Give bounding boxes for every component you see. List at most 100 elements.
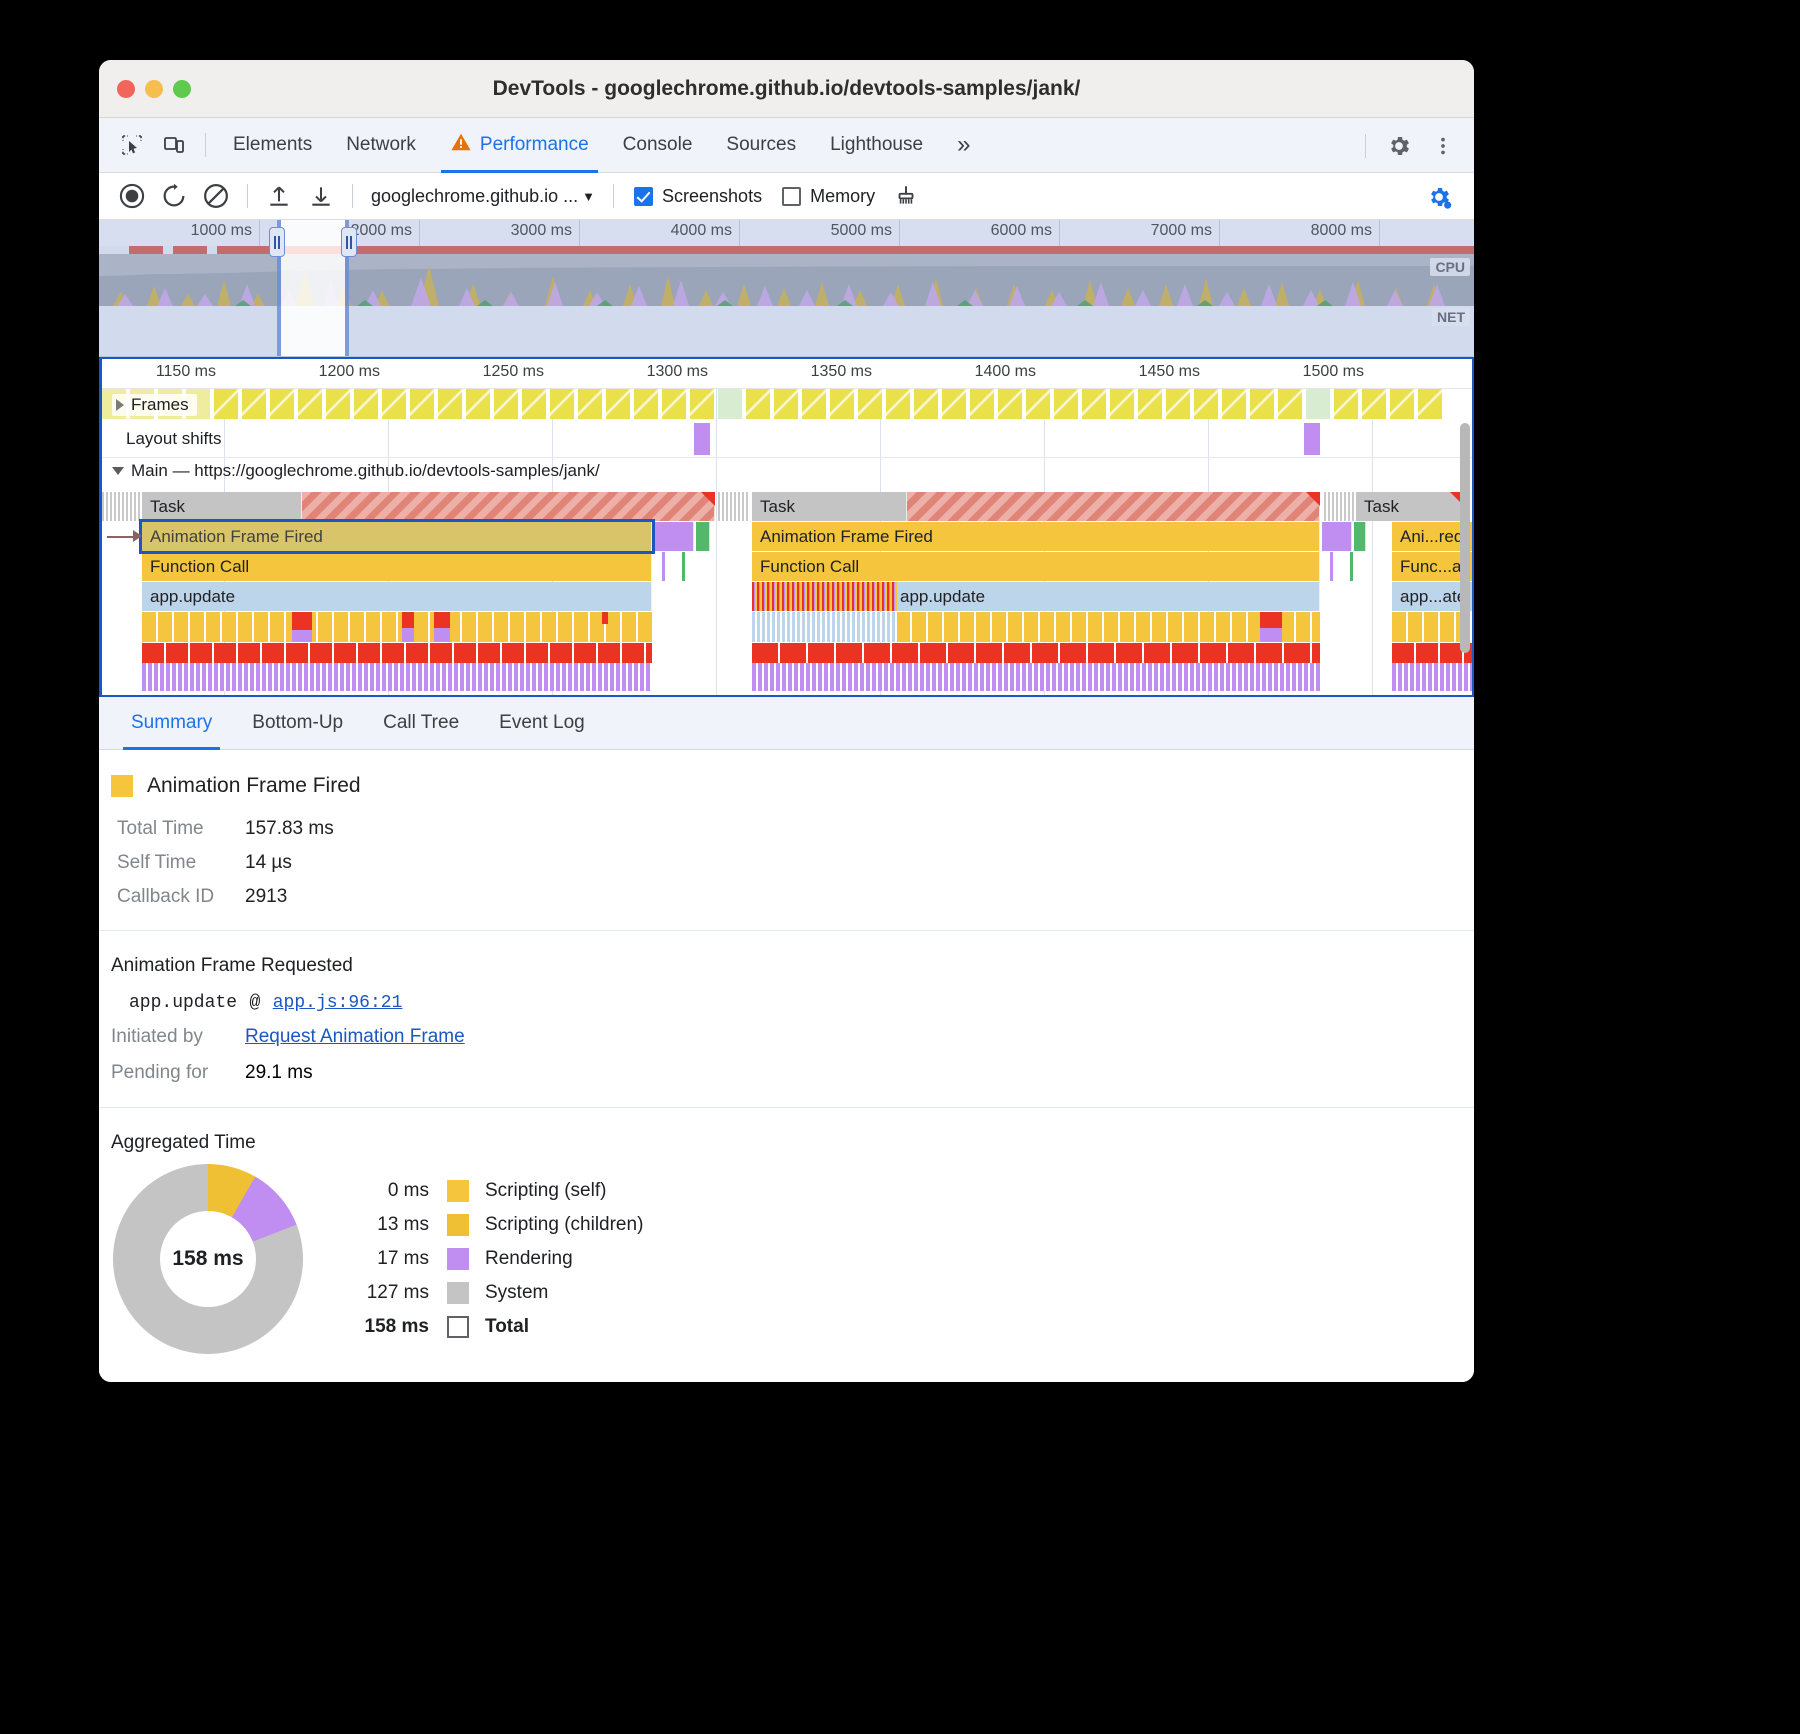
kebab-menu-icon[interactable] xyxy=(1422,125,1464,167)
pending-for-value: 29.1 ms xyxy=(245,1062,313,1084)
reload-record-icon[interactable] xyxy=(153,175,195,217)
selection-handle-right[interactable] xyxy=(341,227,357,257)
stack-trace-row: app.update @ app.js:96:21 xyxy=(99,987,1474,1019)
summary-pane: Animation Frame Fired Total Time 157.83 … xyxy=(99,750,1474,1382)
tab-summary[interactable]: Summary xyxy=(111,697,232,750)
app-update-short-label: app...ate xyxy=(1400,587,1466,607)
task-row[interactable]: Task Task Task xyxy=(102,492,1472,521)
overview-selection-window[interactable] xyxy=(277,220,349,356)
main-label-text: Main — https://googlechrome.github.io/de… xyxy=(131,461,600,481)
animation-frame-fired-label: Animation Frame Fired xyxy=(150,527,323,547)
tab-console-label: Console xyxy=(623,134,693,156)
layout-shifts-track[interactable] xyxy=(102,420,1472,458)
screenshots-checkbox[interactable]: Screenshots xyxy=(624,186,772,207)
function-call-short-label: Func...all xyxy=(1400,557,1469,577)
device-toolbar-icon[interactable] xyxy=(153,124,195,166)
layout-shifts-track-label: Layout shifts xyxy=(126,429,221,449)
performance-toolbar: googlechrome.github.io ... ▼ Screenshots… xyxy=(99,173,1474,220)
tab-lighthouse[interactable]: Lighthouse xyxy=(813,118,940,173)
more-tabs-button[interactable]: » xyxy=(940,118,987,173)
download-profile-icon[interactable] xyxy=(300,175,342,217)
tab-network[interactable]: Network xyxy=(329,118,433,173)
initiated-by-row: Initiated by Request Animation Frame xyxy=(99,1019,1474,1055)
animation-frame-requested-section: Animation Frame Requested app.update @ a… xyxy=(99,930,1474,1107)
task-long-bar[interactable] xyxy=(302,492,715,521)
micro-events-row-2[interactable] xyxy=(102,643,1472,691)
frames-track[interactable] xyxy=(102,389,1472,419)
flame-chart-ruler: 1150 ms 1200 ms 1250 ms 1300 ms 1350 ms … xyxy=(102,359,1472,389)
layout-shifts-label-text: Layout shifts xyxy=(126,429,221,449)
painting-bar[interactable] xyxy=(1354,522,1366,551)
task-bar[interactable]: Task xyxy=(142,492,302,521)
stack-source-link[interactable]: app.js:96:21 xyxy=(273,993,403,1013)
legend-row-rendering: 17 ms Rendering xyxy=(329,1242,643,1276)
aggregated-legend: 0 ms Scripting (self) 13 ms Scripting (c… xyxy=(329,1174,643,1344)
toolbar-divider-3 xyxy=(613,184,614,208)
rendering-bar[interactable] xyxy=(1322,522,1352,551)
overview-dim-right xyxy=(349,220,1474,356)
minimize-window-button[interactable] xyxy=(145,80,163,98)
painting-bar[interactable] xyxy=(696,522,710,551)
tab-console[interactable]: Console xyxy=(606,118,710,173)
task-bar[interactable]: Task xyxy=(752,492,907,521)
aggregated-donut-chart: 158 ms xyxy=(113,1164,303,1354)
origin-select[interactable]: googlechrome.github.io ... ▼ xyxy=(363,186,603,207)
legend-row-system: 127 ms System xyxy=(329,1276,643,1310)
function-call-label: Function Call xyxy=(760,557,859,577)
layout-shift-marker[interactable] xyxy=(694,423,710,455)
tab-call-tree-label: Call Tree xyxy=(383,712,459,734)
animation-frame-requested-heading: Animation Frame Requested xyxy=(99,949,1474,987)
app-update-row[interactable]: app.update app.update app...ate xyxy=(102,582,1472,611)
frames-track-label[interactable]: Frames xyxy=(112,394,197,416)
screenshots-checkbox-box[interactable] xyxy=(634,187,653,206)
legend-value-system: 127 ms xyxy=(329,1282,447,1304)
layout-shift-marker[interactable] xyxy=(1304,423,1320,455)
collect-garbage-icon[interactable] xyxy=(885,175,927,217)
memory-checkbox[interactable]: Memory xyxy=(772,186,885,207)
task-long-bar[interactable] xyxy=(907,492,1320,521)
capture-settings-gear-icon[interactable] xyxy=(1418,176,1460,218)
animation-frame-fired-bar[interactable]: Animation Frame Fired xyxy=(752,522,1320,551)
flame-chart-body[interactable]: Frames Layout shifts Main — https://goog… xyxy=(102,389,1472,695)
collapse-main-icon[interactable] xyxy=(112,467,124,475)
tab-elements[interactable]: Elements xyxy=(216,118,329,173)
tab-event-log[interactable]: Event Log xyxy=(479,697,605,750)
selection-handle-left[interactable] xyxy=(269,227,285,257)
function-call-bar[interactable]: Function Call xyxy=(752,552,1320,581)
function-call-bar[interactable]: Function Call xyxy=(142,552,652,581)
callback-id-value: 2913 xyxy=(245,886,287,908)
expand-frames-icon[interactable] xyxy=(116,399,124,411)
memory-checkbox-box[interactable] xyxy=(782,187,801,206)
tab-performance-label: Performance xyxy=(480,134,589,156)
main-track-label[interactable]: Main — https://googlechrome.github.io/de… xyxy=(112,461,600,481)
clear-icon[interactable] xyxy=(195,175,237,217)
legend-label-rendering: Rendering xyxy=(485,1248,573,1270)
callback-id-key: Callback ID xyxy=(117,886,245,908)
tab-sources[interactable]: Sources xyxy=(709,118,813,173)
tab-call-tree[interactable]: Call Tree xyxy=(363,697,479,750)
animation-frame-fired-row[interactable]: Animation Frame Fired Animation Frame Fi… xyxy=(102,522,1472,551)
warning-triangle-icon xyxy=(450,131,472,159)
app-update-bar[interactable]: app.update xyxy=(142,582,652,611)
record-circle-icon[interactable] xyxy=(111,175,153,217)
close-window-button[interactable] xyxy=(117,80,135,98)
flame-chart-scrollbar[interactable] xyxy=(1460,423,1470,653)
tab-bottom-up[interactable]: Bottom-Up xyxy=(232,697,363,750)
gear-icon[interactable] xyxy=(1378,125,1420,167)
rendering-bar[interactable] xyxy=(654,522,694,551)
micro-events-row-1[interactable] xyxy=(102,612,1472,642)
summary-event-title: Animation Frame Fired xyxy=(99,768,1474,812)
tab-performance[interactable]: Performance xyxy=(433,118,606,173)
timeline-overview[interactable]: 1000 ms 2000 ms 3000 ms 4000 ms 5000 ms … xyxy=(99,220,1474,357)
upload-profile-icon[interactable] xyxy=(258,175,300,217)
inspect-element-icon[interactable] xyxy=(111,124,153,166)
task-bar[interactable]: Task xyxy=(1356,492,1464,521)
devtools-tab-strip: Elements Network Performance Console Sou… xyxy=(99,118,1474,173)
flame-chart[interactable]: 1150 ms 1200 ms 1250 ms 1300 ms 1350 ms … xyxy=(99,357,1474,697)
animation-frame-fired-bar-selected[interactable]: Animation Frame Fired xyxy=(142,522,652,551)
function-call-row[interactable]: Function Call Function Call Func...all xyxy=(102,552,1472,581)
initiated-by-link[interactable]: Request Animation Frame xyxy=(245,1026,465,1048)
legend-swatch-scripting-children xyxy=(447,1214,469,1236)
maximize-window-button[interactable] xyxy=(173,80,191,98)
aggregated-time-section: Aggregated Time 158 ms 0 ms Scripting (s… xyxy=(99,1107,1474,1370)
